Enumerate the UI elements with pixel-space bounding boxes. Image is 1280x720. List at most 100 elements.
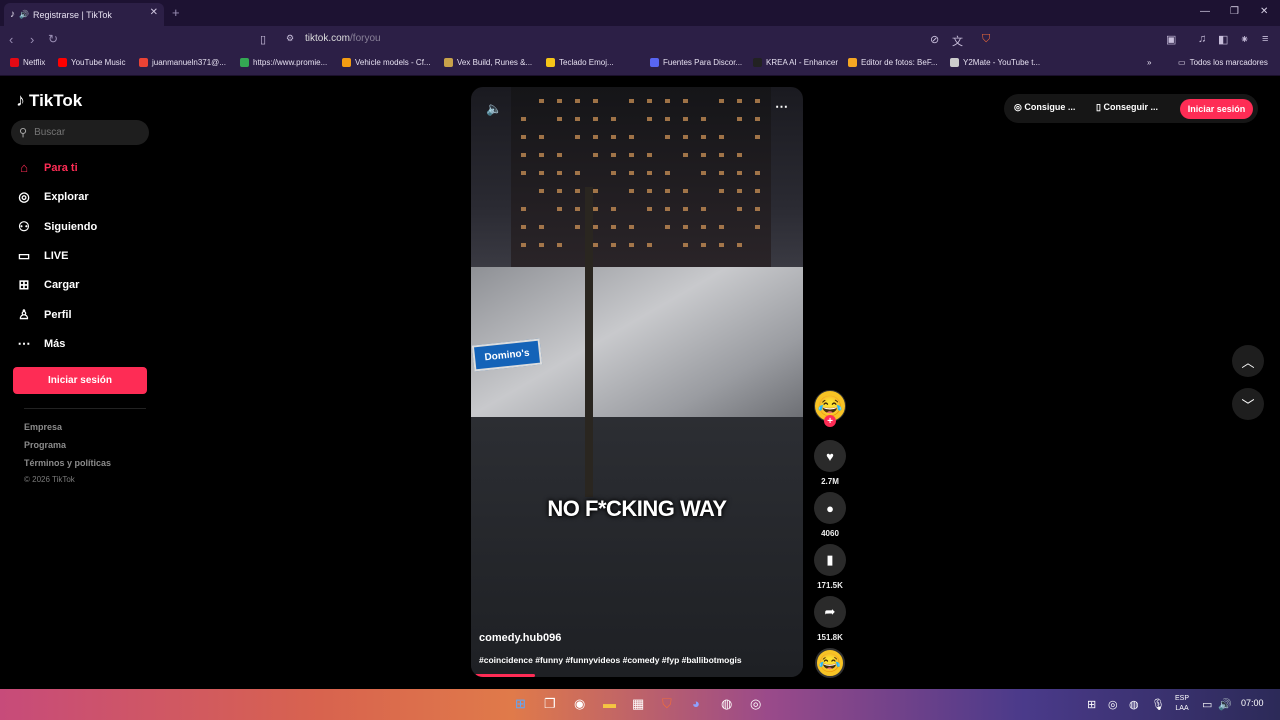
music-disc[interactable]: 😂 <box>815 648 845 678</box>
bookmark-item[interactable]: https://www.promie... <box>240 58 327 67</box>
building-window <box>593 225 598 229</box>
building-window <box>665 171 670 175</box>
building-window <box>701 225 706 229</box>
building-window <box>521 117 526 121</box>
windows-start-icon[interactable]: ⊞ <box>515 696 526 712</box>
bookmark-favicon-icon <box>753 58 762 67</box>
tray-steam-icon[interactable]: ◍ <box>1129 698 1139 711</box>
bookmark-item[interactable]: Editor de fotos: BeF... <box>848 58 937 67</box>
building-window <box>629 135 634 139</box>
steam-icon[interactable]: ◍ <box>721 696 732 712</box>
more-bookmarks-icon[interactable]: » <box>1147 58 1151 67</box>
tab-close-icon[interactable]: ✕ <box>150 7 158 18</box>
obs-icon[interactable]: ◎ <box>750 696 761 712</box>
building-window <box>575 207 580 211</box>
bookmark-item[interactable]: Teclado Emoj... <box>546 58 614 67</box>
save-button[interactable]: ▮ <box>814 544 846 576</box>
like-button[interactable]: ♥ <box>814 440 846 472</box>
bookmark-item[interactable]: Fuentes Para Discor... <box>650 58 742 67</box>
reader-mode-icon[interactable]: ⊘ <box>930 33 939 46</box>
microphone-icon[interactable]: 🎙 <box>1151 698 1165 711</box>
sidebar-item-siguiendo[interactable]: ⚇ Siguiendo <box>16 219 97 235</box>
sidebar-item-cargar[interactable]: ⊞ Cargar <box>16 277 80 293</box>
tray-apps-icon[interactable]: ⊞ <box>1087 698 1096 711</box>
menu-icon[interactable]: ≡ <box>1262 33 1268 45</box>
sidebar-item-más[interactable]: ⋯ Más <box>16 336 66 352</box>
building-window <box>611 117 616 121</box>
bookmark-label: YouTube Music <box>71 58 126 67</box>
display-icon[interactable]: ▭ <box>1202 698 1212 711</box>
bookmark-item[interactable]: Netflix <box>10 58 45 67</box>
next-video-button[interactable]: ﹀ <box>1232 388 1264 420</box>
reload-icon[interactable]: ↻ <box>48 32 58 46</box>
comment-button[interactable]: ● <box>814 492 846 524</box>
translate-icon[interactable]: 文 <box>952 33 963 49</box>
brave-icon[interactable]: ⛉ <box>662 696 672 712</box>
building-window <box>701 117 706 121</box>
video-progress-bar[interactable] <box>475 674 535 677</box>
footer-link[interactable]: Términos y políticas <box>24 458 111 468</box>
sidebar-item-perfil[interactable]: ♙ Perfil <box>16 307 71 323</box>
browser-tab[interactable]: ♪ 🔊 Registrarse | TikTok ✕ <box>4 3 164 26</box>
bookmark-item[interactable]: juanmanueln371@... <box>139 58 226 67</box>
split-view-icon[interactable]: ◧ <box>1218 33 1228 46</box>
sidebar-icon[interactable]: ▣ <box>1166 33 1176 46</box>
chevron-down-icon: ﹀ <box>1241 397 1255 413</box>
video-hashtags[interactable]: #coincidence #funny #funnyvideos #comedy… <box>479 655 742 665</box>
footer-link[interactable]: Empresa <box>24 422 62 432</box>
bookmark-item[interactable]: KREA AI - Enhancer <box>753 58 838 67</box>
speaker-icon[interactable]: 🔊 <box>19 10 29 19</box>
window-close-icon[interactable]: ✕ <box>1260 6 1268 17</box>
building-window <box>683 117 688 121</box>
building-window <box>539 153 544 157</box>
minimize-icon[interactable]: — <box>1200 6 1210 17</box>
all-bookmarks-label: Todos los marcadores <box>1189 58 1268 67</box>
restore-icon[interactable]: ❐ <box>1230 6 1239 17</box>
chrome-icon[interactable]: ◉ <box>574 696 585 712</box>
file-explorer-icon[interactable]: ▬ <box>603 696 616 711</box>
building-window <box>683 243 688 247</box>
bookmark-item[interactable]: YouTube Music <box>58 58 126 67</box>
more-options-icon[interactable]: ⋯ <box>775 99 789 115</box>
sidebar-item-explorar[interactable]: ◎ Explorar <box>16 189 88 205</box>
sidebar-login-button[interactable]: Iniciar sesión <box>13 367 147 394</box>
coins-link[interactable]: ◎ Consigue ... <box>1014 102 1075 113</box>
site-info-icon[interactable]: ⚙ <box>286 33 294 44</box>
task-view-icon[interactable]: ❐ <box>544 696 556 712</box>
search-input[interactable] <box>34 127 135 138</box>
volume-icon[interactable]: 🔈 <box>486 101 502 117</box>
tray-obs-icon[interactable]: ◎ <box>1108 698 1118 711</box>
extensions-icon[interactable]: ⁕ <box>1240 33 1249 46</box>
volume-tray-icon[interactable]: 🔊 <box>1218 698 1232 711</box>
building-window <box>683 189 688 193</box>
clock[interactable]: 07:00 <box>1241 698 1264 708</box>
sidebar-item-live[interactable]: ▭ LIVE <box>16 248 69 264</box>
footer-link[interactable]: Programa <box>24 440 66 450</box>
video-author[interactable]: comedy.hub096 <box>479 632 561 644</box>
sidebar-item-para-ti[interactable]: ⌂ Para ti <box>16 160 78 175</box>
get-app-link[interactable]: ▯ Conseguir ... <box>1096 102 1158 113</box>
bookmark-page-icon[interactable]: ▯ <box>260 33 266 46</box>
back-icon[interactable]: ‹ <box>9 32 13 47</box>
forward-icon[interactable]: › <box>30 32 34 47</box>
language-indicator[interactable]: ESP LAA <box>1175 694 1189 714</box>
new-tab-icon[interactable]: + <box>172 5 180 20</box>
building-window <box>557 99 562 103</box>
bookmark-item[interactable]: Vehicle models - Cf... <box>342 58 431 67</box>
top-login-button[interactable]: Iniciar sesión <box>1180 99 1253 119</box>
previous-video-button[interactable]: ︿ <box>1232 345 1264 377</box>
search-box[interactable]: ⚲ <box>11 120 149 145</box>
follow-plus-icon[interactable]: + <box>824 415 836 427</box>
media-icon[interactable]: ♫ <box>1198 33 1206 45</box>
brave-shield-icon[interactable]: ⛉ <box>982 33 990 46</box>
bookmark-item[interactable]: Y2Mate - YouTube t... <box>950 58 1040 67</box>
all-bookmarks[interactable]: ▭ Todos los marcadores <box>1178 58 1268 67</box>
store-icon[interactable]: ▦ <box>632 696 644 712</box>
bookmark-item[interactable]: Vex Build, Runes &... <box>444 58 532 67</box>
tiktok-logo[interactable]: ♪ TikTok <box>16 90 82 111</box>
video-player[interactable]: Domino's 🔈 ⋯ NO F*CKING WAY comedy.hub09… <box>471 87 803 677</box>
building-window <box>539 99 544 103</box>
address-bar[interactable]: tiktok.com/foryou <box>305 33 381 44</box>
discord-icon[interactable]: ◕ <box>692 696 700 711</box>
share-button[interactable]: ➦ <box>814 596 846 628</box>
